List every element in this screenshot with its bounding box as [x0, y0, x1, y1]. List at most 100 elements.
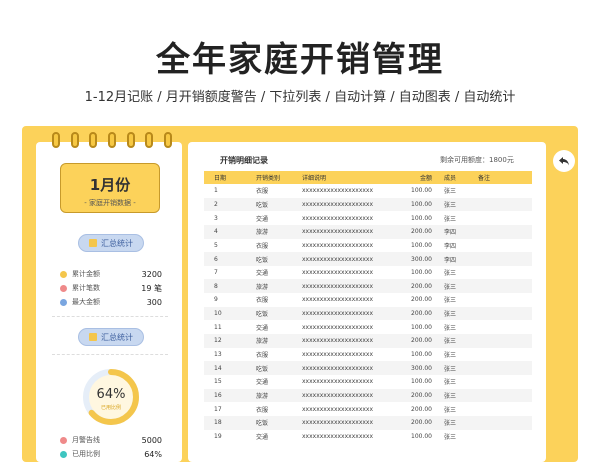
table-row[interactable]: 11 交通 xxxxxxxxxxxxxxxxxxxx 100.00 张三 — [204, 320, 532, 334]
table-row[interactable]: 7 交通 xxxxxxxxxxxxxxxxxxxx 100.00 张三 — [204, 266, 532, 280]
cell-detail: xxxxxxxxxxxxxxxxxxxx — [302, 337, 374, 345]
cell-detail: xxxxxxxxxxxxxxxxxxxx — [302, 214, 374, 222]
month-sublabel: - 家庭开销数据 - — [84, 199, 136, 207]
summary-button-1[interactable]: 汇总统计 — [78, 234, 144, 252]
cell-category: 吃饭 — [256, 365, 269, 373]
cell-detail: xxxxxxxxxxxxxxxxxxxx — [302, 351, 374, 358]
cell-date: 16 — [214, 391, 222, 399]
cell-category: 吃饭 — [256, 311, 269, 319]
cell-amount: 200.00 — [411, 405, 432, 413]
summary-button-label: 汇总统计 — [101, 332, 133, 342]
cell-date: 18 — [214, 419, 222, 427]
table-row[interactable]: 18 吃饭 xxxxxxxxxxxxxxxxxxxx 200.00 张三 — [204, 415, 532, 430]
cell-date: 3 — [214, 214, 218, 222]
binder-ring — [70, 132, 79, 148]
cell-date: 1 — [214, 187, 218, 195]
cell-date: 10 — [214, 310, 222, 318]
cell-date: 6 — [214, 255, 218, 263]
cell-detail: xxxxxxxxxxxxxxxxxxxx — [302, 241, 374, 249]
cell-date: 11 — [214, 323, 222, 331]
page-subtitle: 1-12月记账 / 月开销额度警告 / 下拉列表 / 自动计算 / 自动图表 /… — [84, 90, 516, 105]
cell-category: 交通 — [256, 433, 269, 441]
cell-detail: xxxxxxxxxxxxxxxxxxxx — [302, 364, 374, 372]
table-row[interactable]: 5 衣服 xxxxxxxxxxxxxxxxxxxx 100.00 李四 — [204, 239, 532, 253]
document-icon — [89, 333, 97, 341]
cell-amount: 200.00 — [411, 310, 432, 318]
cell-date: 2 — [214, 200, 218, 208]
table-row[interactable]: 8 旅游 xxxxxxxxxxxxxxxxxxxx 200.00 张三 — [204, 279, 532, 294]
cell-amount: 100.00 — [411, 323, 432, 331]
cell-member: 张三 — [444, 215, 457, 223]
cell-detail: xxxxxxxxxxxxxxxxxxxx — [302, 255, 374, 263]
cell-category: 吃饭 — [256, 256, 269, 264]
table-row[interactable]: 10 吃饭 xxxxxxxxxxxxxxxxxxxx 200.00 张三 — [204, 306, 532, 321]
table-row[interactable]: 3 交通 xxxxxxxxxxxxxxxxxxxx 100.00 张三 — [204, 211, 532, 225]
usage-gauge: 64% 已用比例 — [82, 368, 140, 426]
table-row[interactable]: 16 旅游 xxxxxxxxxxxxxxxxxxxx 200.00 张三 — [204, 388, 532, 403]
cell-detail: xxxxxxxxxxxxxxxxxxxx — [302, 200, 374, 208]
cell-member: 张三 — [444, 338, 457, 346]
stat-value: 19 笔 — [141, 283, 162, 293]
cell-detail: xxxxxxxxxxxxxxxxxxxx — [302, 282, 374, 290]
binder-ring — [126, 132, 135, 148]
month-selector[interactable]: 1月份 - 家庭开销数据 - — [60, 163, 160, 213]
stat-max-amount: 最大金额 300 — [60, 296, 162, 308]
cell-date: 4 — [214, 228, 218, 236]
cell-category: 吃饭 — [256, 201, 269, 209]
table-row[interactable]: 9 衣服 xxxxxxxxxxxxxxxxxxxx 200.00 张三 — [204, 293, 532, 307]
binder-rings — [52, 132, 172, 152]
table-row[interactable]: 1 衣服 xxxxxxxxxxxxxxxxxxxx 100.00 张三 — [204, 184, 532, 198]
table-row[interactable]: 17 衣服 xxxxxxxxxxxxxxxxxxxx 200.00 张三 — [204, 402, 532, 416]
table-title: 开销明细记录 — [220, 156, 268, 165]
col-category: 开销类别 — [256, 175, 281, 182]
stat-label: 累计笔数 — [72, 284, 100, 292]
cell-detail: xxxxxxxxxxxxxxxxxxxx — [302, 228, 374, 236]
cell-member: 张三 — [444, 297, 457, 305]
cell-member: 张三 — [444, 188, 457, 196]
cell-member: 张三 — [444, 379, 457, 387]
cell-detail: xxxxxxxxxxxxxxxxxxxx — [302, 187, 374, 195]
expense-table: 日期 开销类别 详细说明 金额 成员 备注 1 衣服 xxxxxxxxxxxxxxx… — [204, 171, 532, 443]
table-row[interactable]: 14 吃饭 xxxxxxxxxxxxxxxxxxxx 300.00 张三 — [204, 361, 532, 375]
cell-member: 张三 — [444, 324, 457, 332]
cell-amount: 100.00 — [411, 200, 432, 208]
stat-label: 月警告线 — [72, 436, 100, 444]
table-row[interactable]: 19 交通 xxxxxxxxxxxxxxxxxxxx 100.00 张三 — [204, 430, 532, 444]
table-row[interactable]: 12 旅游 xxxxxxxxxxxxxxxxxxxx 200.00 张三 — [204, 334, 532, 348]
coin-icon — [60, 270, 67, 278]
cell-category: 衣服 — [256, 297, 269, 305]
table-row[interactable]: 15 交通 xxxxxxxxxxxxxxxxxxxx 100.00 张三 — [204, 375, 532, 389]
max-icon — [60, 298, 67, 306]
cell-category: 旅游 — [256, 338, 269, 346]
cell-member: 张三 — [444, 433, 457, 441]
stat-warning-line: 月警告线 5000 — [60, 434, 162, 446]
table-row[interactable]: 13 衣服 xxxxxxxxxxxxxxxxxxxx 100.00 张三 — [204, 348, 532, 362]
cell-member: 张三 — [444, 201, 457, 209]
cell-category: 交通 — [256, 215, 269, 223]
count-icon — [60, 284, 67, 292]
table-row[interactable]: 6 吃饭 xxxxxxxxxxxxxxxxxxxx 300.00 李四 — [204, 252, 532, 266]
cell-member: 张三 — [444, 420, 457, 428]
cell-category: 吃饭 — [256, 420, 269, 428]
cell-category: 交通 — [256, 379, 269, 387]
cell-date: 15 — [214, 378, 222, 386]
divider — [52, 354, 168, 355]
cell-member: 李四 — [444, 242, 457, 250]
stat-value: 3200 — [141, 269, 162, 279]
cell-category: 旅游 — [256, 392, 269, 400]
binder-ring — [163, 132, 172, 148]
binder-ring — [89, 132, 98, 148]
stat-label: 已用比例 — [72, 450, 100, 458]
cell-detail: xxxxxxxxxxxxxxxxxxxx — [302, 378, 374, 386]
cell-amount: 100.00 — [411, 241, 432, 249]
stat-value: 300 — [146, 297, 162, 307]
summary-button-2[interactable]: 汇总统计 — [78, 328, 144, 346]
table-row[interactable]: 2 吃饭 xxxxxxxxxxxxxxxxxxxx 100.00 张三 — [204, 197, 532, 212]
cell-member: 张三 — [444, 352, 457, 359]
table-row[interactable]: 4 旅游 xxxxxxxxxxxxxxxxxxxx 200.00 李四 — [204, 224, 532, 239]
cell-amount: 100.00 — [411, 378, 432, 386]
cell-amount: 200.00 — [411, 282, 432, 290]
back-button[interactable] — [553, 150, 575, 172]
cell-member: 张三 — [444, 311, 457, 319]
cell-detail: xxxxxxxxxxxxxxxxxxxx — [302, 310, 374, 318]
